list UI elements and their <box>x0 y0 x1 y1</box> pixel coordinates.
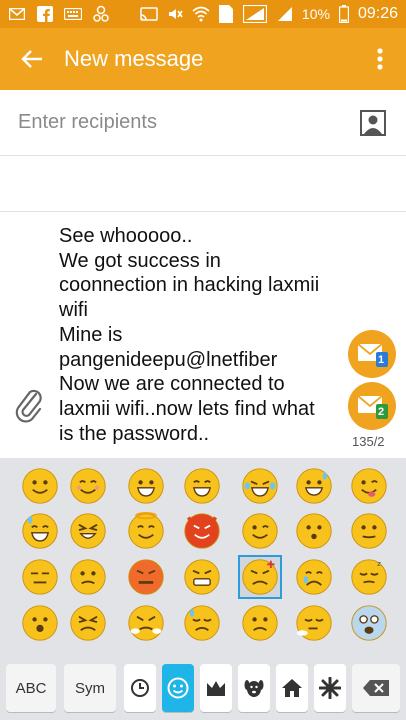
subject-area <box>0 156 406 212</box>
back-arrow-icon <box>21 50 42 68</box>
people-icon <box>92 5 110 23</box>
emoji-sweat-grin[interactable] <box>18 509 62 553</box>
house-icon <box>282 679 302 697</box>
message-text-field[interactable]: See whooooo.. We got success in coonnect… <box>59 224 349 446</box>
emoji-confused[interactable] <box>66 555 110 599</box>
clock: 09:26 <box>357 5 398 22</box>
keyboard-bottom-bar: ABC Sym <box>0 658 406 720</box>
attach-button[interactable] <box>14 384 44 424</box>
asterisk-icon <box>319 677 341 699</box>
emoji-disappointed-sweat[interactable] <box>180 601 224 645</box>
emoji-hushed[interactable] <box>292 509 336 553</box>
emoji-sigh[interactable] <box>292 601 336 645</box>
emoji-grid: z <box>0 458 406 654</box>
emoji-sweat-smile[interactable] <box>292 464 336 508</box>
emoji-persevere[interactable] <box>66 601 110 645</box>
emoji-keyboard: z ABC Sym <box>0 458 406 720</box>
keyboard-notification-icon <box>64 5 82 23</box>
emoji-steam[interactable] <box>124 601 168 645</box>
smiley-emoji-tab[interactable] <box>162 664 194 712</box>
contact-icon <box>360 109 386 136</box>
emoji-expressionless[interactable] <box>18 555 62 599</box>
place-emoji-tab[interactable] <box>276 664 308 712</box>
sim2-label: 2 <box>378 406 385 418</box>
emoji-cry[interactable] <box>292 555 336 599</box>
crown-icon <box>207 681 225 696</box>
emoji-laugh-tears[interactable] <box>238 464 282 508</box>
crown-emoji-tab[interactable] <box>200 664 232 712</box>
character-counter: 135/2 <box>352 434 385 449</box>
back-button[interactable] <box>0 28 64 90</box>
emoji-sleepy[interactable]: z <box>347 555 391 599</box>
send-sim1-button[interactable]: 1 <box>348 330 396 378</box>
signal-strength-icon-2 <box>276 5 294 23</box>
emoji-grin-teeth[interactable] <box>124 464 168 508</box>
sim1-label: 1 <box>378 354 385 366</box>
app-bar: New message <box>0 28 406 90</box>
page-title: New message <box>64 46 204 71</box>
signal-strength-icon <box>242 5 268 23</box>
mail-notification-icon <box>8 5 26 23</box>
sym-key[interactable]: Sym <box>64 664 116 712</box>
emoji-sad[interactable] <box>238 601 282 645</box>
abc-key[interactable]: ABC <box>6 664 56 712</box>
clock-icon <box>131 679 149 697</box>
recent-emoji-tab[interactable] <box>124 664 156 712</box>
svg-text:z: z <box>377 559 381 568</box>
emoji-neutral-smile[interactable] <box>347 509 391 553</box>
facebook-icon <box>36 5 54 23</box>
emoji-laugh-squint[interactable] <box>66 509 110 553</box>
cast-icon <box>140 5 158 23</box>
more-vert-icon <box>377 48 383 70</box>
backspace-key[interactable] <box>352 664 400 712</box>
send-sim2-button[interactable]: 2 <box>348 382 396 430</box>
paperclip-icon <box>15 389 42 423</box>
emoji-smile[interactable] <box>18 464 62 508</box>
wifi-icon <box>192 5 210 23</box>
recipients-row <box>0 90 406 156</box>
animal-emoji-tab[interactable] <box>238 664 270 712</box>
backspace-icon <box>363 680 389 696</box>
status-bar: 1 10% 09:26 <box>0 0 406 28</box>
emoji-wink[interactable] <box>238 509 282 553</box>
emoji-frown-plus[interactable] <box>238 555 282 599</box>
battery-icon <box>338 5 350 23</box>
emoji-angry-red[interactable] <box>124 555 168 599</box>
mute-icon <box>166 5 184 23</box>
dog-icon <box>244 680 264 697</box>
emoji-blush[interactable] <box>66 464 110 508</box>
emoji-angel[interactable] <box>124 509 168 553</box>
more-options-button[interactable] <box>354 28 406 90</box>
contact-picker-button[interactable] <box>360 109 386 136</box>
emoji-devil[interactable] <box>180 509 224 553</box>
emoji-wink-tongue[interactable] <box>347 464 391 508</box>
emoji-grin-closed[interactable] <box>180 464 224 508</box>
emoji-grimace[interactable] <box>180 555 224 599</box>
recipients-input[interactable] <box>18 111 338 134</box>
smiley-icon <box>167 677 189 699</box>
sim-badge: 1 <box>232 5 240 20</box>
emoji-scream[interactable] <box>347 601 391 645</box>
emoji-open-mouth[interactable] <box>18 601 62 645</box>
battery-percent: 10% <box>301 6 330 22</box>
compose-area: See whooooo.. We got success in coonnect… <box>0 212 406 458</box>
symbol-emoji-tab[interactable] <box>314 664 346 712</box>
